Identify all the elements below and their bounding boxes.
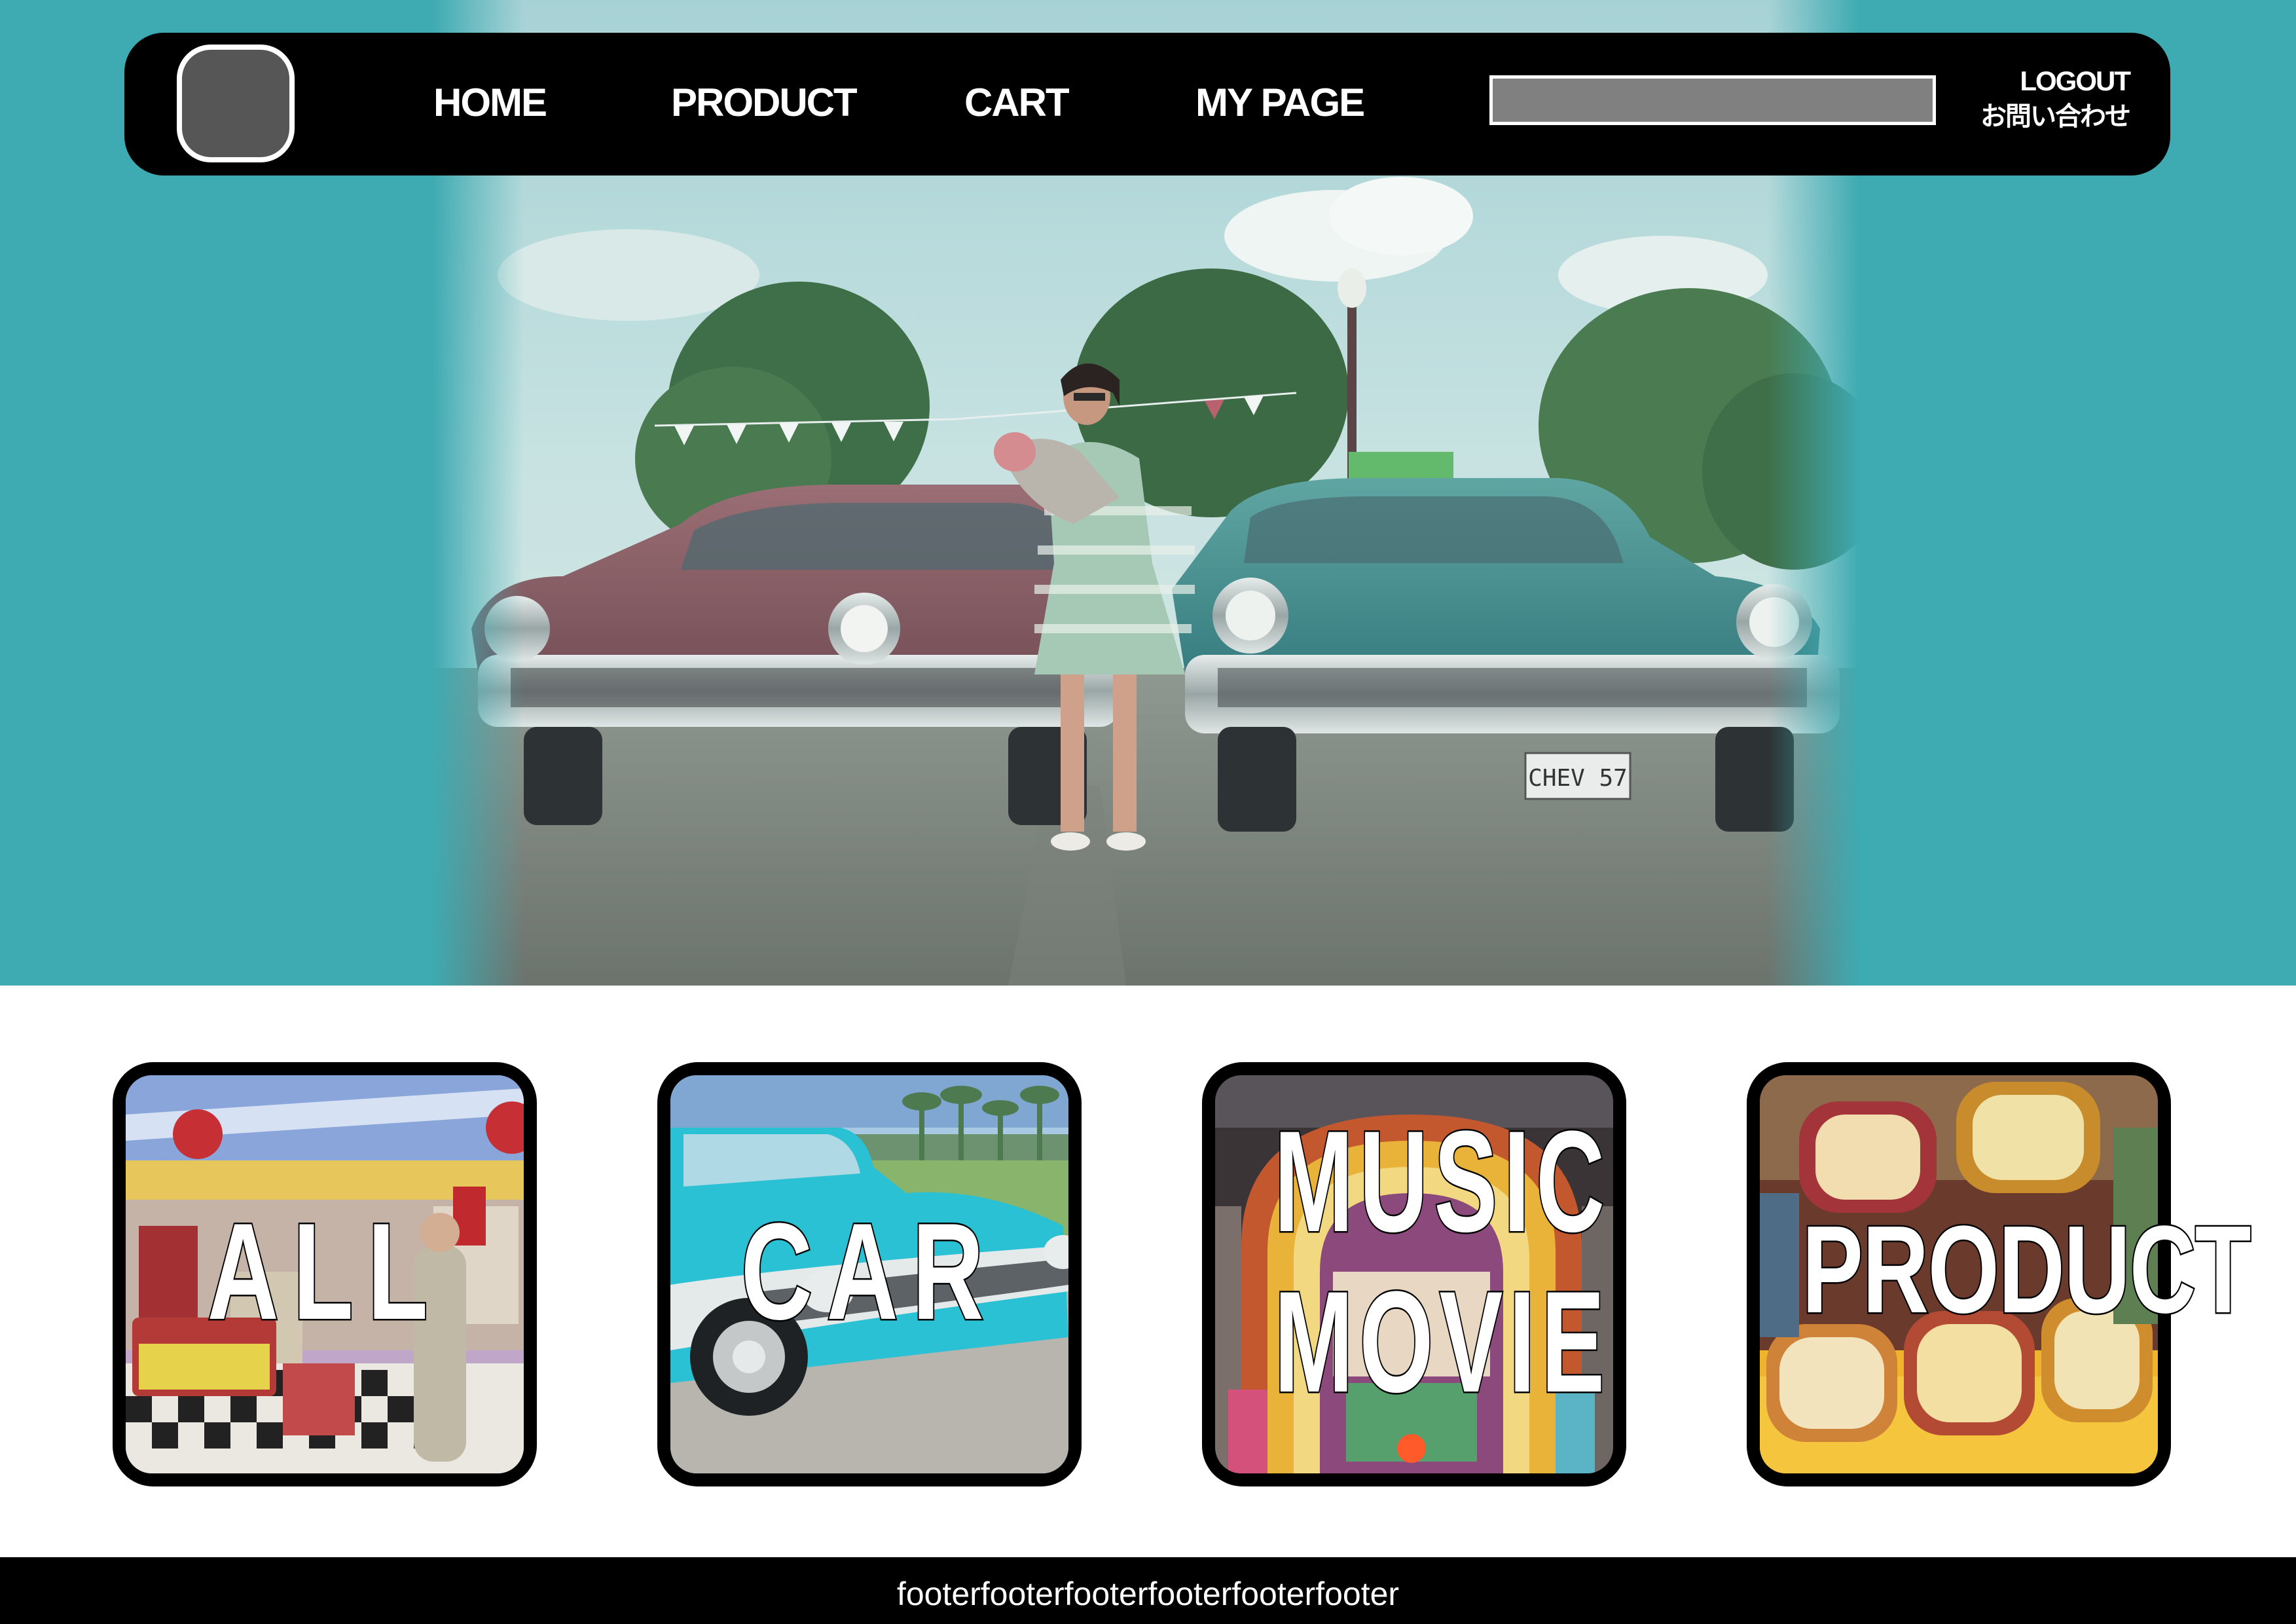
category-tile-music-movie[interactable]: MUSIC MOVIE <box>1202 1062 1626 1486</box>
footer-text: footerfooterfooterfooterfooterfooter <box>896 1576 1400 1612</box>
category-tile-car[interactable]: CAR <box>657 1062 1082 1486</box>
license-plate-text: CHEV 57 <box>1528 765 1628 792</box>
page-footer: footerfooterfooterfooterfooterfooter <box>0 1557 2296 1624</box>
site-logo[interactable] <box>177 45 295 162</box>
nav-home-link[interactable]: HOME <box>433 80 547 126</box>
category-tile-all[interactable]: ALL <box>113 1062 537 1486</box>
logout-link[interactable]: LOGOUT <box>2020 65 2131 97</box>
nav-mypage-link[interactable]: MY PAGE <box>1195 80 1365 126</box>
category-label-movie: MOVIE <box>1273 1260 1611 1424</box>
search-input[interactable] <box>1489 75 1936 125</box>
contact-link[interactable]: お問い合わせ <box>1980 101 2131 132</box>
nav-product-link[interactable]: PRODUCT <box>671 80 858 126</box>
category-tile-product[interactable]: PRODUCT <box>1747 1062 2252 1486</box>
category-label-product: PRODUCT <box>1800 1200 2252 1339</box>
category-label-car: CAR <box>740 1194 998 1348</box>
category-label-all: ALL <box>206 1194 443 1348</box>
top-navbar: HOME PRODUCT CART MY PAGE LOGOUT お問い合わせ <box>124 33 2170 175</box>
category-label-music: MUSIC <box>1273 1099 1611 1263</box>
nav-cart-link[interactable]: CART <box>964 80 1070 126</box>
